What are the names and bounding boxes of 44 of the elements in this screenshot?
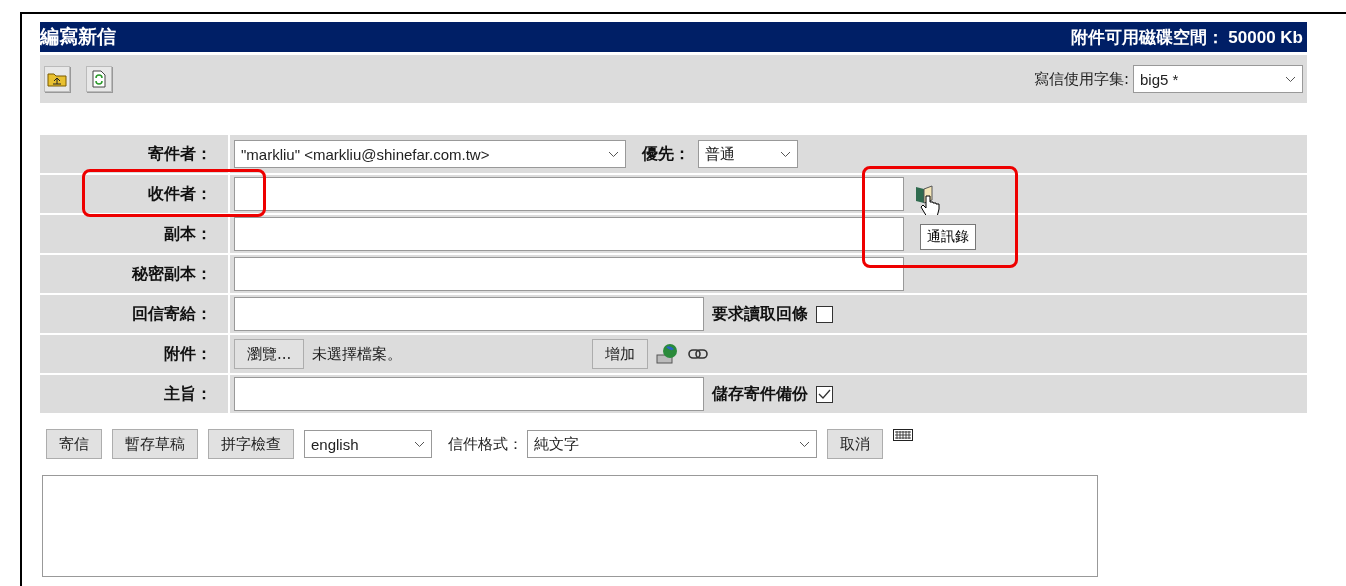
checkbox[interactable] <box>816 305 833 323</box>
input-field[interactable] <box>234 257 904 291</box>
priority-label: 優先： <box>642 143 690 165</box>
sender-select[interactable]: "markliu" <markliu@shinefar.com.tw> <box>234 140 626 168</box>
file-status: 未選擇檔案。 <box>312 344 404 364</box>
tooltip: 通訊錄 <box>920 224 976 250</box>
dropdown[interactable]: english <box>304 430 432 458</box>
input-field[interactable] <box>234 297 704 331</box>
input-field[interactable] <box>234 177 904 211</box>
page-title: 編寫新信 <box>40 24 116 49</box>
charset-label: 寫信使用字集: <box>1033 69 1129 89</box>
field-label: 附件： <box>163 343 213 365</box>
add-button[interactable]: 增加 <box>592 339 649 369</box>
field-label: 主旨： <box>163 383 213 405</box>
action-button[interactable]: 暫存草稿 <box>112 429 198 459</box>
folder-up-icon[interactable] <box>44 66 70 92</box>
chevron-icon <box>799 440 810 448</box>
field-label: 寄件者： <box>147 143 213 165</box>
action-button[interactable]: 拼字檢查 <box>208 429 294 459</box>
keyboard-icon[interactable] <box>893 429 913 441</box>
field-label: 秘密副本： <box>130 263 213 285</box>
input-field[interactable] <box>234 217 904 251</box>
action-button[interactable]: 取消 <box>827 429 883 459</box>
chevron-icon <box>1285 75 1296 83</box>
chevron-icon <box>608 150 619 158</box>
checkbox[interactable] <box>816 385 833 403</box>
refresh-icon[interactable] <box>86 66 112 92</box>
field-label: 副本： <box>163 223 213 245</box>
format-label: 信件格式： <box>448 434 523 454</box>
chevron-icon <box>780 150 791 158</box>
browse-button[interactable]: 瀏覽... <box>234 339 305 369</box>
checkbox-label: 儲存寄件備份 <box>712 383 808 405</box>
message-body-field[interactable] <box>42 475 1098 577</box>
charset-select[interactable]: big5 * <box>1133 65 1303 93</box>
action-button[interactable]: 寄信 <box>46 429 102 459</box>
checkbox-label: 要求讀取回條 <box>712 303 808 325</box>
field-label: 收件者： <box>147 183 213 205</box>
field-label: 回信寄給： <box>131 303 213 325</box>
chevron-icon <box>414 440 425 448</box>
link-icon[interactable] <box>688 349 709 359</box>
quota-text: 附件可用磁碟空間： 50000 Kb <box>1070 26 1304 49</box>
dropdown[interactable]: 純文字 <box>527 430 817 458</box>
priority-select[interactable]: 普通 <box>698 140 798 168</box>
input-field[interactable] <box>234 377 704 411</box>
